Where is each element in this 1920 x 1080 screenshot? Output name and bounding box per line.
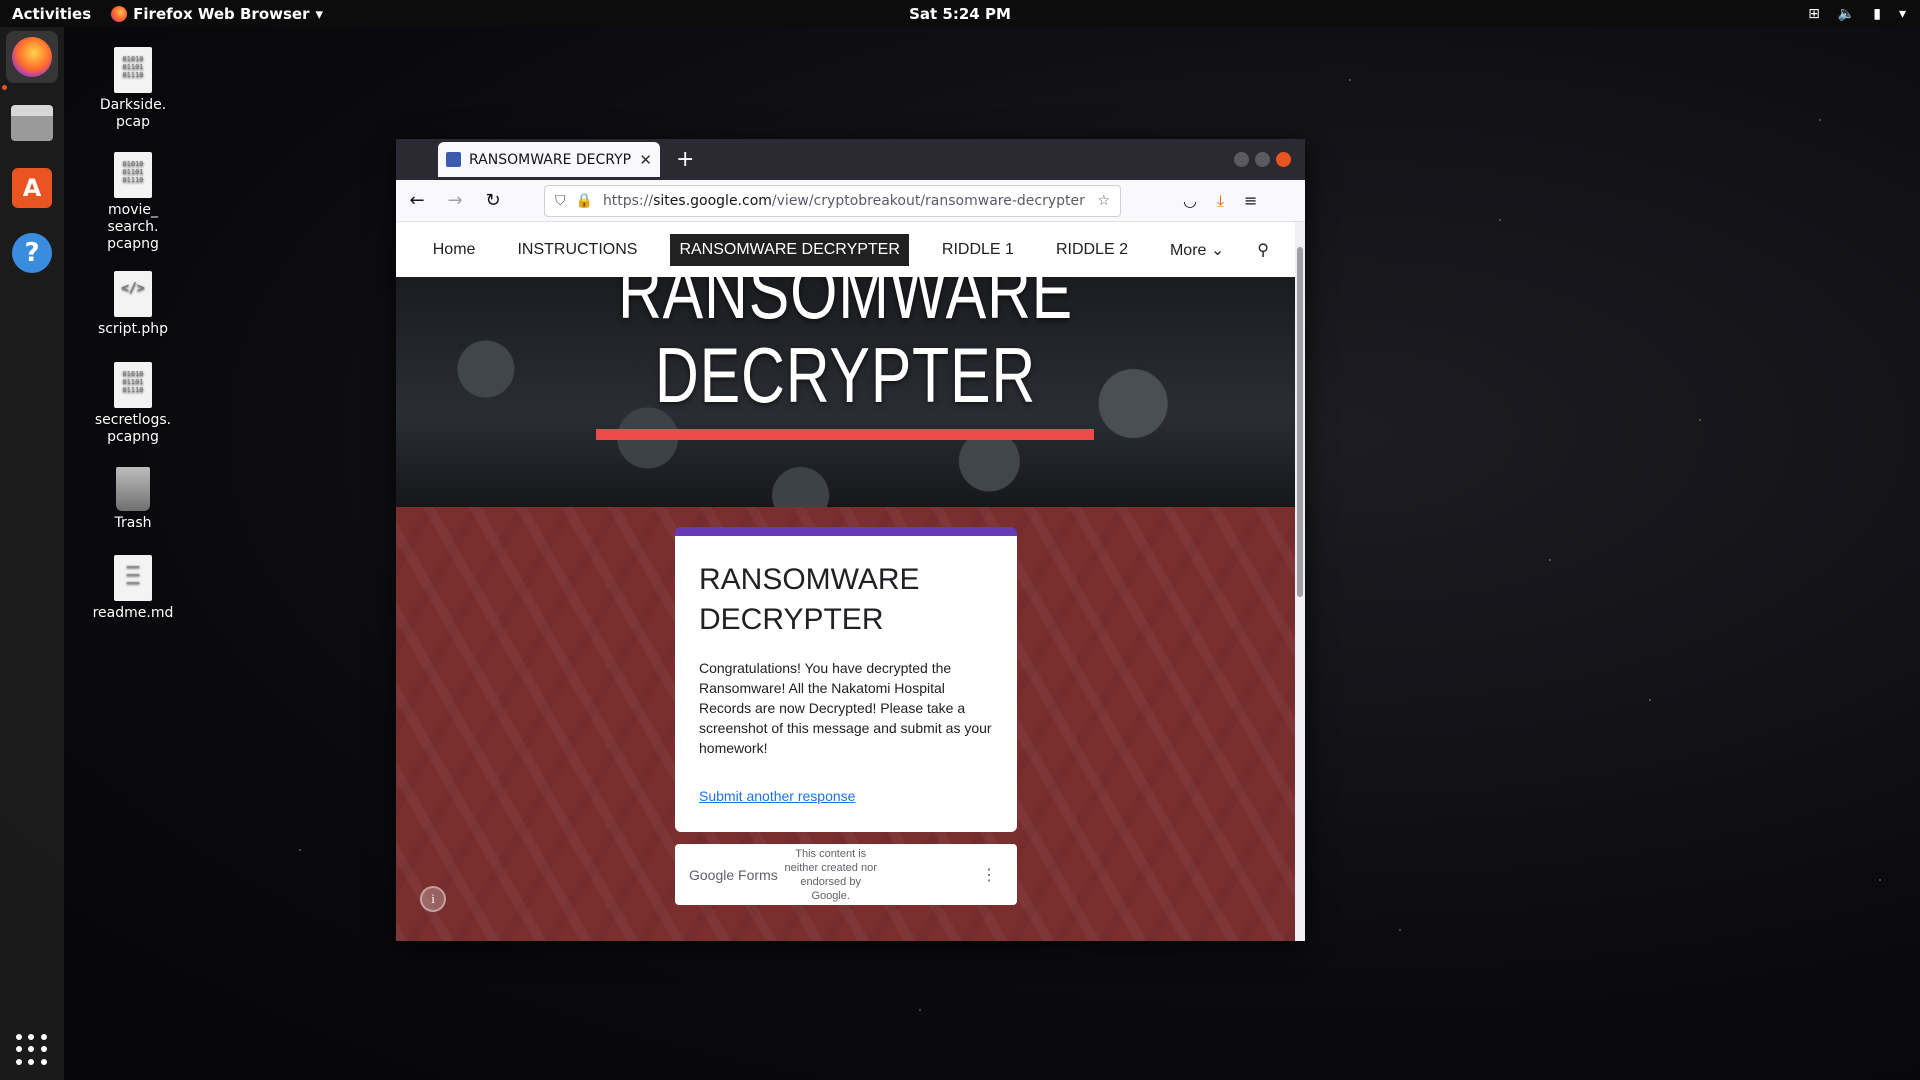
- top-bar: Activities Firefox Web Browser ▾ Sat 5:2…: [0, 0, 1920, 27]
- submit-another-response-link[interactable]: Submit another response: [699, 788, 855, 804]
- nav-bar: ← → ↻ ⛉ 🔒 https://sites.google.com/view/…: [396, 180, 1305, 222]
- title-underline: [596, 429, 1094, 440]
- confirmation-message: Congratulations! You have decrypted the …: [699, 660, 992, 756]
- more-options-icon[interactable]: ⋮: [981, 865, 997, 885]
- pcap-file-icon: 01010 01101 01110: [114, 362, 152, 408]
- activities-button[interactable]: Activities: [0, 5, 103, 23]
- desktop-icon-script[interactable]: </> script.php: [86, 271, 180, 338]
- new-tab-button[interactable]: +: [676, 147, 694, 172]
- browser-tab[interactable]: RANSOMWARE DECRYPTER ✕: [438, 142, 660, 177]
- desktop-icon-label: Trash: [114, 515, 152, 531]
- nav-instructions[interactable]: INSTRUCTIONS: [508, 234, 646, 266]
- clock[interactable]: Sat 5:24 PM: [909, 5, 1011, 23]
- search-icon[interactable]: ⚲: [1257, 240, 1269, 260]
- nav-riddle-1[interactable]: RIDDLE 1: [933, 234, 1023, 266]
- download-icon[interactable]: ⤓: [1217, 191, 1224, 211]
- app-menu-label: Firefox Web Browser: [133, 4, 310, 23]
- firefox-icon: [12, 37, 52, 77]
- dock: A ?: [0, 27, 64, 1080]
- tab-bar: RANSOMWARE DECRYPTER ✕ +: [396, 139, 1305, 180]
- desktop-icon-readme[interactable]: ═══ ═══ ═══ readme.md: [86, 555, 180, 622]
- sites-favicon-icon: [446, 152, 461, 167]
- close-window-button[interactable]: [1276, 152, 1291, 167]
- desktop-icon-darkside[interactable]: 01010 01101 01110 Darkside. pcap: [86, 47, 180, 131]
- dock-firefox[interactable]: [6, 31, 58, 83]
- minimize-button[interactable]: [1234, 152, 1249, 167]
- desktop-icon-secretlogs[interactable]: 01010 01101 01110 secretlogs. pcapng: [86, 362, 180, 446]
- running-indicator: [2, 85, 7, 90]
- chevron-down-icon: ▾: [315, 4, 324, 23]
- files-icon: [11, 105, 53, 141]
- url-text: https://sites.google.com/view/cryptobrea…: [602, 192, 1085, 209]
- battery-icon[interactable]: ▮: [1873, 6, 1881, 22]
- google-forms-logo[interactable]: Google Forms: [689, 867, 778, 883]
- show-applications-icon[interactable]: [16, 1034, 48, 1066]
- disclaimer-text: This content is neither created nor endo…: [784, 847, 877, 902]
- star-icon[interactable]: ☆: [1097, 193, 1110, 209]
- dock-files[interactable]: [6, 97, 58, 149]
- pcap-file-icon: 01010 01101 01110: [114, 47, 152, 93]
- google-forms-footer: Google Forms This content is neither cre…: [675, 844, 1017, 905]
- hero-banner: RANSOMWARE DECRYPTER: [396, 277, 1295, 507]
- desktop-icon-trash[interactable]: Trash: [86, 467, 180, 532]
- desktop-icon-movie-search[interactable]: 01010 01101 01110 movie_ search. pcapng: [86, 152, 180, 253]
- url-bar[interactable]: ⛉ 🔒 https://sites.google.com/view/crypto…: [544, 184, 1121, 217]
- reload-button[interactable]: ↻: [482, 190, 504, 211]
- lock-icon[interactable]: 🔒: [576, 193, 593, 209]
- desktop-icon-label: script.php: [97, 321, 169, 337]
- code-file-icon: </>: [114, 271, 152, 317]
- nav-ransomware-decrypter[interactable]: RANSOMWARE DECRYPTER: [670, 233, 909, 266]
- hamburger-menu-icon[interactable]: ≡: [1244, 191, 1257, 211]
- nav-riddle-2[interactable]: RIDDLE 2: [1047, 234, 1137, 266]
- shield-icon[interactable]: ⛉: [555, 193, 566, 209]
- browser-window: RANSOMWARE DECRYPTER ✕ + ← → ↻ ⛉ 🔒 https…: [396, 139, 1305, 941]
- dock-help[interactable]: ?: [6, 227, 58, 279]
- maximize-button[interactable]: [1255, 152, 1270, 167]
- tab-title: RANSOMWARE DECRYPTER: [469, 151, 632, 168]
- desktop-icon-label: movie_ search. pcapng: [107, 202, 159, 252]
- chevron-down-icon[interactable]: ▾: [1899, 6, 1906, 22]
- nav-home[interactable]: Home: [424, 234, 485, 266]
- desktop-icon-label: readme.md: [92, 605, 174, 621]
- volume-icon[interactable]: 🔈: [1838, 6, 1855, 22]
- software-store-icon: A: [12, 168, 52, 208]
- firefox-icon: [111, 5, 128, 22]
- pcap-file-icon: 01010 01101 01110: [114, 152, 152, 198]
- chevron-down-icon: ⌄: [1210, 241, 1225, 259]
- pocket-icon[interactable]: ◡: [1183, 191, 1197, 211]
- system-tray[interactable]: ⊞ 🔈 ▮ ▾: [1808, 6, 1906, 22]
- text-file-icon: ═══ ═══ ═══: [114, 555, 152, 601]
- form-title: RANSOMWARE DECRYPTER: [699, 563, 920, 636]
- network-icon[interactable]: ⊞: [1808, 6, 1820, 22]
- info-icon[interactable]: i: [420, 886, 446, 912]
- site-nav: Home INSTRUCTIONS RANSOMWARE DECRYPTER R…: [396, 222, 1295, 277]
- scrollbar-thumb[interactable]: [1297, 247, 1303, 597]
- app-menu[interactable]: Firefox Web Browser ▾: [111, 5, 323, 23]
- desktop-icon-label: secretlogs. pcapng: [94, 412, 172, 445]
- forward-button[interactable]: →: [444, 190, 466, 211]
- window-controls: [1234, 152, 1291, 167]
- back-button[interactable]: ←: [406, 190, 428, 211]
- form-confirmation-card: RANSOMWARE DECRYPTER Congratulations! Yo…: [675, 527, 1017, 832]
- scrollbar[interactable]: [1295, 222, 1305, 941]
- trash-icon: [116, 467, 150, 511]
- help-icon: ?: [12, 233, 52, 273]
- close-icon[interactable]: ✕: [639, 151, 652, 169]
- page-title: RANSOMWARE DECRYPTER: [617, 277, 1074, 419]
- page-content: Home INSTRUCTIONS RANSOMWARE DECRYPTER R…: [396, 222, 1295, 941]
- dock-software[interactable]: A: [6, 162, 58, 214]
- desktop-icon-label: Darkside. pcap: [99, 97, 167, 130]
- nav-more[interactable]: More ⌄: [1161, 233, 1233, 267]
